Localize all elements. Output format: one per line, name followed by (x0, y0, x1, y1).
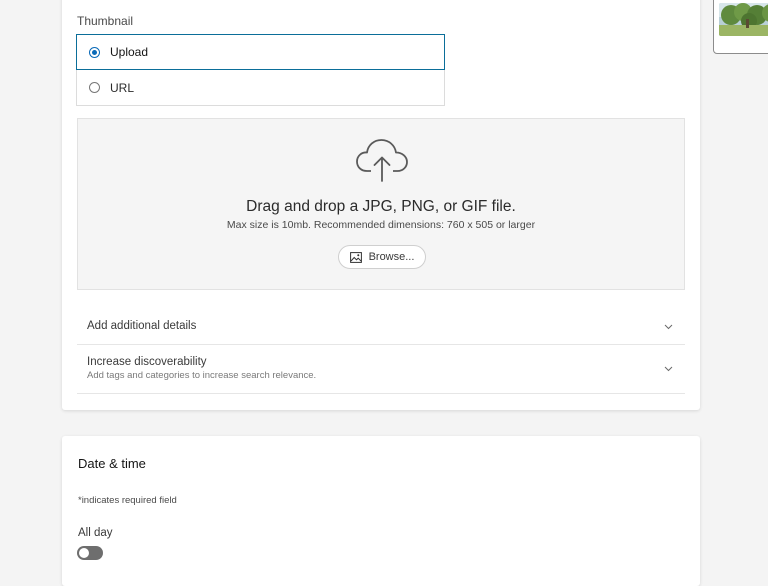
chevron-down-icon (664, 366, 673, 372)
required-field-note: *indicates required field (78, 495, 177, 506)
chevron-down-icon (664, 324, 673, 330)
radio-checked-icon[interactable] (89, 46, 100, 58)
radio-unchecked-icon[interactable] (89, 82, 100, 93)
accordion-title: Add additional details (87, 320, 197, 332)
dropzone-title: Drag and drop a JPG, PNG, or GIF file. (246, 198, 516, 215)
dropzone-subtitle: Max size is 10mb. Recommended dimensions… (226, 219, 536, 231)
cloud-upload-icon (356, 139, 408, 182)
radio-option-upload[interactable]: Upload (76, 34, 445, 70)
all-day-toggle[interactable] (77, 546, 103, 560)
thumbnail-preview-image (719, 3, 768, 36)
file-dropzone[interactable]: Drag and drop a JPG, PNG, or GIF file. M… (77, 118, 685, 290)
radio-option-url[interactable]: URL (76, 70, 445, 106)
date-time-card (62, 436, 700, 586)
accordion-title: Increase discoverability (87, 356, 207, 368)
browse-button[interactable]: Browse... (338, 245, 426, 269)
radio-option-label: Upload (110, 45, 149, 59)
thumbnail-source-radio-group: Upload URL (76, 34, 445, 106)
all-day-label: All day (78, 527, 113, 539)
toggle-knob (79, 548, 89, 558)
accordion-additional-details[interactable]: Add additional details (77, 308, 685, 345)
image-icon (349, 251, 362, 263)
thumbnail-label: Thumbnail (77, 14, 134, 28)
radio-option-label: URL (110, 80, 135, 95)
thumbnail-preview-card[interactable] (713, 0, 768, 54)
accordion-increase-discoverability[interactable]: Increase discoverability Add tags and ca… (77, 345, 685, 394)
accordion-subtitle: Add tags and categories to increase sear… (87, 370, 317, 381)
browse-button-label: Browse... (368, 251, 415, 263)
date-time-title: Date & time (78, 456, 146, 471)
